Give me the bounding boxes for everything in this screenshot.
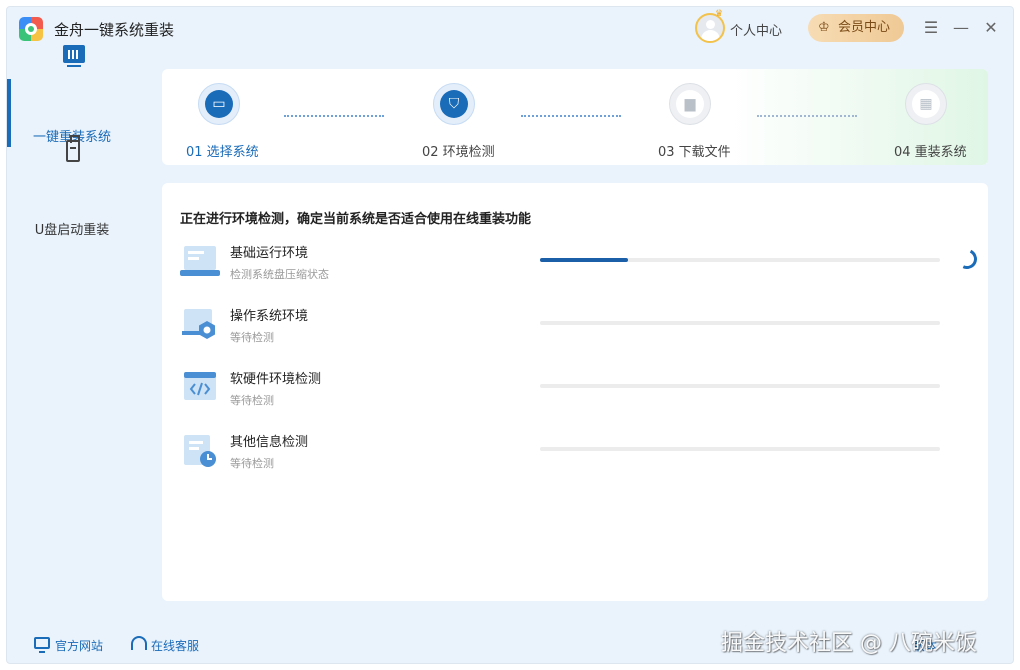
check-row-other: 其他信息检测 等待检测	[180, 431, 980, 487]
code-window-icon	[184, 372, 216, 400]
check-status: 检测系统盘压缩状态	[230, 268, 329, 281]
menu-icon[interactable]: ☰	[920, 17, 942, 39]
app-window: 金舟一键系统重装 ♛ 个人中心 ♔ 会员中心 ☰ — ✕ 一键重装系统 U盘启动…	[6, 6, 1014, 664]
folder-icon: ▆	[684, 96, 696, 112]
website-icon[interactable]	[34, 637, 50, 653]
step-4-icon: ▦	[905, 83, 947, 125]
step-connector	[757, 115, 857, 117]
minimize-icon[interactable]: —	[950, 17, 972, 39]
check-row-basic: 基础运行环境 检测系统盘压缩状态	[180, 242, 980, 298]
step-2-icon: ⛉	[433, 83, 475, 125]
check-title: 基础运行环境	[230, 246, 309, 261]
check-heading: 正在进行环境检测，确定当前系统是否适合使用在线重装功能	[180, 212, 532, 227]
progress-track	[540, 384, 940, 388]
check-status: 等待检测	[230, 331, 274, 344]
progress-track	[540, 258, 940, 262]
online-support-link[interactable]: 在线客服	[151, 637, 199, 654]
document-clock-icon	[184, 435, 216, 467]
loading-spinner-icon	[954, 246, 980, 272]
steps-panel: ▭ ⛉ ▆ ▦ 01 选择系统 02 环境检测 03 下载文件 04 重装系统	[162, 69, 988, 165]
progress-track	[540, 321, 940, 325]
sidebar-item-one-click-reinstall[interactable]	[7, 33, 137, 145]
personal-center-link[interactable]: 个人中心	[730, 20, 782, 39]
check-status: 等待检测	[230, 394, 274, 407]
shield-icon: ⛉	[448, 96, 460, 112]
vip-center-button[interactable]: ♔ 会员中心	[808, 14, 904, 42]
grid-icon: ▦	[919, 96, 933, 112]
step-4-label: 04 重装系统	[894, 145, 967, 160]
headset-icon[interactable]	[131, 636, 147, 650]
check-title: 软硬件环境检测	[230, 372, 322, 387]
progress-fill	[540, 258, 628, 262]
vip-center-label: 会员中心	[838, 20, 891, 35]
check-row-hardware: 软硬件环境检测 等待检测	[180, 368, 980, 424]
step-connector	[284, 115, 384, 117]
monitor-icon: ▭	[212, 96, 226, 112]
os-settings-icon	[182, 309, 215, 339]
monitor-chart-icon	[63, 45, 85, 67]
laptop-icon	[180, 246, 220, 276]
usb-drive-icon	[66, 135, 80, 162]
check-status: 等待检测	[230, 457, 274, 470]
step-connector	[521, 115, 621, 117]
step-3-label: 03 下载文件	[658, 145, 731, 160]
progress-track	[540, 447, 940, 451]
step-2-label: 02 环境检测	[422, 145, 495, 160]
check-title: 操作系统环境	[230, 309, 309, 324]
environment-check-card: 正在进行环境检测，确定当前系统是否适合使用在线重装功能 基础运行环境 检测系统盘…	[162, 183, 988, 601]
crown-icon: ♛	[715, 9, 724, 19]
title-bar: 金舟一键系统重装 ♛ 个人中心 ♔ 会员中心 ☰ — ✕	[7, 7, 1013, 51]
watermark: 掘金技术社区 @ 八碗米饭	[721, 631, 977, 656]
check-title: 其他信息检测	[230, 435, 309, 450]
step-3-icon: ▆	[669, 83, 711, 125]
crown-badge-icon: ♔	[818, 20, 830, 35]
step-1-label: 01 选择系统	[186, 145, 259, 160]
official-website-link[interactable]: 官方网站	[55, 637, 103, 654]
check-row-os: 操作系统环境 等待检测	[180, 305, 980, 361]
sidebar-item-usb-reinstall[interactable]: U盘启动重装	[7, 219, 137, 238]
close-icon[interactable]: ✕	[980, 17, 1002, 39]
step-1-icon: ▭	[198, 83, 240, 125]
